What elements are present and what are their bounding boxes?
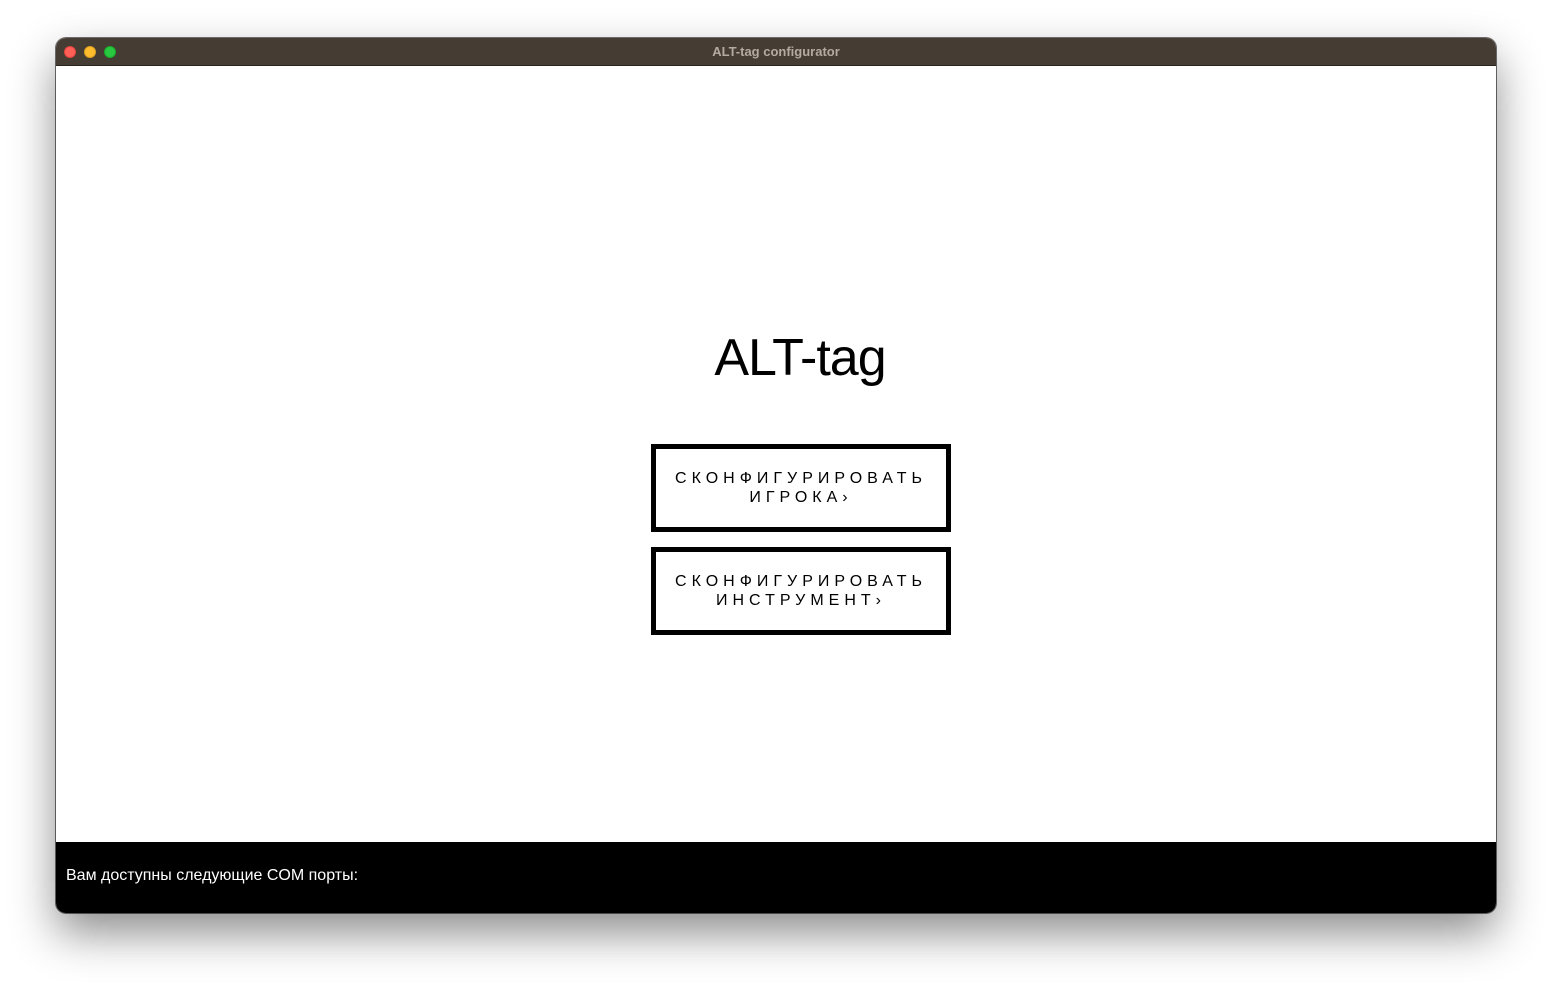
configure-player-button[interactable]: Сконфигурировать игрока› [651,444,951,532]
window-title: ALT-tag configurator [712,44,840,59]
com-ports-text: Вам доступны следующие COM порты: [66,867,359,884]
app-window: ALT-tag configurator ALT-tag Сконфигурир… [56,38,1496,913]
configure-player-label: Сконфигурировать игрока› [675,470,927,506]
com-ports-footer: Вам доступны следующие COM порты: [56,842,1496,913]
configure-instrument-label: Сконфигурировать инструмент› [675,573,927,609]
title-bar[interactable]: ALT-tag configurator [56,38,1496,66]
page-title: ALT-tag [714,329,886,387]
configure-instrument-button[interactable]: Сконфигурировать инструмент› [651,547,951,635]
main-content: ALT-tag Сконфигурировать игрока› Сконфиг… [56,66,1496,842]
